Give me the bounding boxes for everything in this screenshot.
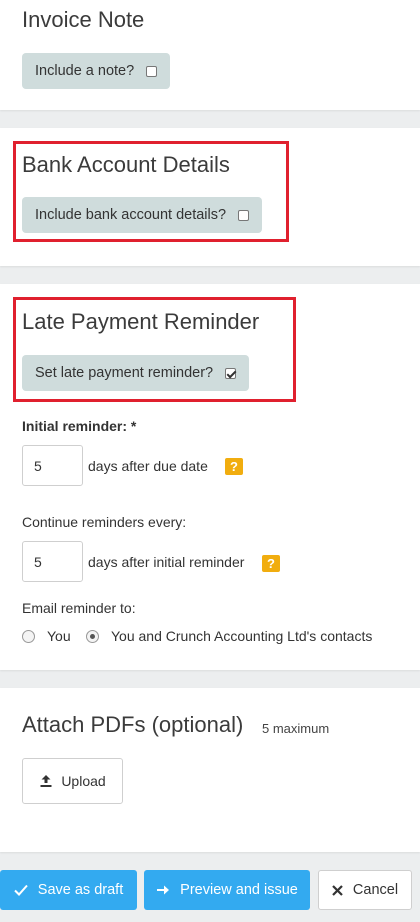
- bank-details-highlight: [13, 141, 289, 242]
- include-note-checkbox[interactable]: [146, 65, 158, 77]
- invoice-note-section: Invoice Note Include a note?: [0, 0, 420, 110]
- email-option-you[interactable]: You: [22, 628, 71, 644]
- continue-reminders-input[interactable]: 5: [22, 541, 83, 582]
- attach-pdfs-title: Attach PDFs (optional): [22, 712, 244, 737]
- cancel-label: Cancel: [352, 882, 399, 898]
- include-note-label: Include a note?: [35, 63, 135, 79]
- late-payment-highlight: [13, 297, 296, 402]
- initial-reminder-help-icon[interactable]: ?: [225, 458, 243, 475]
- arrow-right-icon: [156, 884, 170, 896]
- preview-issue-button[interactable]: Preview and issue: [144, 870, 310, 910]
- initial-reminder-label: Initial reminder: *: [22, 418, 137, 434]
- continue-reminders-help-icon[interactable]: ?: [262, 555, 280, 572]
- attach-pdfs-section: Attach PDFs (optional) 5 maximum Upload: [0, 688, 420, 852]
- email-option-you-label: You: [47, 628, 71, 644]
- save-draft-label: Save as draft: [37, 882, 124, 898]
- email-option-contacts-label: You and Crunch Accounting Ltd's contacts: [111, 628, 373, 644]
- upload-label: Upload: [61, 773, 106, 789]
- upload-button[interactable]: Upload: [22, 758, 123, 804]
- late-payment-section: Late Payment Reminder Set late payment r…: [0, 284, 420, 670]
- radio-contacts[interactable]: [86, 629, 99, 643]
- continue-reminders-suffix: days after initial reminder: [88, 554, 245, 570]
- preview-issue-label: Preview and issue: [180, 882, 298, 898]
- email-reminder-label: Email reminder to:: [22, 600, 136, 616]
- save-draft-button[interactable]: Save as draft: [0, 870, 137, 910]
- bank-details-section: Bank Account Details Include bank accoun…: [0, 128, 420, 266]
- continue-reminders-label: Continue reminders every:: [22, 514, 187, 530]
- close-icon: [332, 884, 343, 896]
- cancel-button[interactable]: Cancel: [318, 870, 412, 910]
- action-footer: Save as draft Preview and issue Cancel: [0, 858, 420, 922]
- initial-reminder-input[interactable]: 5: [22, 445, 83, 486]
- checkmark-icon: [14, 884, 28, 896]
- initial-reminder-suffix: days after due date: [88, 458, 208, 474]
- radio-you[interactable]: [22, 629, 35, 643]
- email-option-contacts[interactable]: You and Crunch Accounting Ltd's contacts: [86, 628, 372, 644]
- attach-limit-note: 5 maximum: [262, 721, 330, 736]
- invoice-note-title: Invoice Note: [22, 7, 145, 32]
- upload-icon: [40, 775, 52, 787]
- include-note-toggle[interactable]: Include a note?: [22, 53, 171, 89]
